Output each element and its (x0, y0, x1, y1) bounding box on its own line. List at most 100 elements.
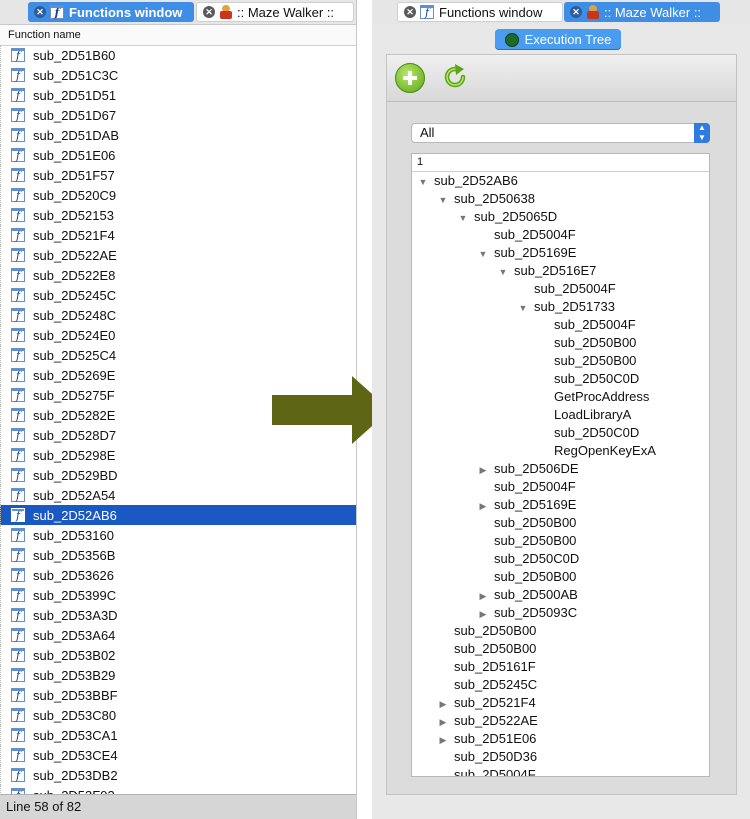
tree-node[interactable]: ▶sub_2D5161F (412, 658, 709, 676)
close-icon[interactable]: ✕ (404, 6, 416, 18)
function-row[interactable]: f sub_2D5356B (0, 545, 356, 565)
function-row[interactable]: f sub_2D5245C (0, 285, 356, 305)
add-icon[interactable] (395, 63, 425, 93)
expanded-triangle-icon[interactable]: ▼ (458, 209, 468, 227)
tree-node[interactable]: ▶sub_2D5004F (412, 478, 709, 496)
expanded-triangle-icon[interactable]: ▼ (438, 191, 448, 209)
tree-node[interactable]: ▶sub_2D5245C (412, 676, 709, 694)
function-row[interactable]: fsub_2D53F92 (0, 785, 356, 794)
execution-tree[interactable]: 1 ▼sub_2D52AB6▼sub_2D50638▼sub_2D5065D▶s… (411, 153, 710, 777)
tab-maze-walker[interactable]: ✕ :: Maze Walker :: (564, 2, 720, 22)
tree-node[interactable]: ▶ sub_2D506DE (412, 460, 709, 478)
tree-node[interactable]: ▼ sub_2D5065D (412, 208, 709, 226)
function-row[interactable]: f sub_2D525C4 (0, 345, 356, 365)
close-icon[interactable]: ✕ (203, 6, 215, 18)
function-row[interactable]: f sub_2D51B60 (0, 45, 356, 65)
function-row[interactable]: f sub_2D5298E (0, 445, 356, 465)
function-row[interactable]: f sub_2D53160 (0, 525, 356, 545)
function-row[interactable]: f sub_2D53DB2 (0, 765, 356, 785)
execution-tree-button[interactable]: Execution Tree (495, 29, 621, 50)
function-row[interactable]: f sub_2D522E8 (0, 265, 356, 285)
expanded-triangle-icon[interactable]: ▼ (418, 173, 428, 191)
close-icon[interactable]: ✕ (34, 6, 46, 18)
tree-node[interactable]: ▶sub_2D50B00 (412, 622, 709, 640)
collapsed-triangle-icon[interactable]: ▶ (438, 713, 448, 731)
function-row[interactable]: f sub_2D53B02 (0, 645, 356, 665)
close-icon[interactable]: ✕ (570, 6, 582, 18)
function-row[interactable]: f sub_2D522AE (0, 245, 356, 265)
tree-node[interactable]: ▶ sub_2D521F4 (412, 694, 709, 712)
tree-node[interactable]: ▼ sub_2D52AB6 (412, 172, 709, 190)
function-icon: f (11, 328, 25, 342)
tree-node[interactable]: ▶RegOpenKeyExA (412, 442, 709, 460)
tree-node[interactable]: ▶sub_2D50B00 (412, 334, 709, 352)
expanded-triangle-icon[interactable]: ▼ (518, 299, 528, 317)
function-row[interactable]: f sub_2D53CA1 (0, 725, 356, 745)
function-row[interactable]: f sub_2D529BD (0, 465, 356, 485)
expanded-triangle-icon[interactable]: ▼ (478, 245, 488, 263)
function-row[interactable]: f sub_2D5248C (0, 305, 356, 325)
tree-node[interactable]: ▼ sub_2D50638 (412, 190, 709, 208)
tree-node[interactable]: ▶ sub_2D5169E (412, 496, 709, 514)
tree-node[interactable]: ▶sub_2D5004F (412, 280, 709, 298)
tree-node[interactable]: ▼ sub_2D5169E (412, 244, 709, 262)
tree-body[interactable]: ▼sub_2D52AB6▼sub_2D50638▼sub_2D5065D▶sub… (412, 172, 709, 776)
function-row[interactable]: f sub_2D53626 (0, 565, 356, 585)
function-row[interactable]: f sub_2D5399C (0, 585, 356, 605)
expanded-triangle-icon[interactable]: ▼ (498, 263, 508, 281)
tree-node[interactable]: ▶sub_2D50B00 (412, 352, 709, 370)
function-row[interactable]: f sub_2D51C3C (0, 65, 356, 85)
collapsed-triangle-icon[interactable]: ▶ (438, 731, 448, 749)
function-row[interactable]: f sub_2D51F57 (0, 165, 356, 185)
collapsed-triangle-icon[interactable]: ▶ (478, 587, 488, 605)
tree-node[interactable]: ▶sub_2D50B00 (412, 514, 709, 532)
collapsed-triangle-icon[interactable]: ▶ (438, 695, 448, 713)
tree-node[interactable]: ▶sub_2D50C0D (412, 550, 709, 568)
function-row[interactable]: f sub_2D53C80 (0, 705, 356, 725)
function-row[interactable]: f sub_2D53A3D (0, 605, 356, 625)
tree-node[interactable]: ▼ sub_2D516E7 (412, 262, 709, 280)
tab-functions-window[interactable]: ✕ f Functions window (397, 2, 563, 22)
function-row[interactable]: f sub_2D52A54 (0, 485, 356, 505)
updown-chevron-icon[interactable]: ▲ ▼ (694, 123, 710, 143)
tree-node[interactable]: ▶sub_2D50D36 (412, 748, 709, 766)
tab-maze-walker[interactable]: ✕ :: Maze Walker :: (196, 2, 354, 22)
collapsed-triangle-icon[interactable]: ▶ (478, 605, 488, 623)
tree-node[interactable]: ▶LoadLibraryA (412, 406, 709, 424)
tree-node-label: LoadLibraryA (554, 407, 632, 422)
function-row[interactable]: f sub_2D53A64 (0, 625, 356, 645)
tree-header[interactable]: 1 (412, 154, 709, 172)
function-row[interactable]: f sub_2D521F4 (0, 225, 356, 245)
function-row[interactable]: f sub_2D52AB6 (0, 505, 356, 525)
collapsed-triangle-icon[interactable]: ▶ (478, 497, 488, 515)
collapsed-triangle-icon[interactable]: ▶ (478, 461, 488, 479)
tree-node[interactable]: ▶sub_2D50C0D (412, 370, 709, 388)
tree-node[interactable]: ▶ sub_2D5093C (412, 604, 709, 622)
tree-node[interactable]: ▶sub_2D50C0D (412, 424, 709, 442)
tree-node[interactable]: ▶ sub_2D51E06 (412, 730, 709, 748)
refresh-icon[interactable] (441, 63, 469, 91)
function-row[interactable]: f sub_2D53BBF (0, 685, 356, 705)
tree-node[interactable]: ▶ sub_2D500AB (412, 586, 709, 604)
tree-node[interactable]: ▼ sub_2D51733 (412, 298, 709, 316)
tree-node[interactable]: ▶sub_2D5004F (412, 226, 709, 244)
filter-select[interactable]: All ▲ ▼ (411, 123, 710, 143)
tree-node[interactable]: ▶sub_2D50B00 (412, 568, 709, 586)
function-row[interactable]: f sub_2D520C9 (0, 185, 356, 205)
function-row[interactable]: f sub_2D53CE4 (0, 745, 356, 765)
function-row[interactable]: f sub_2D53B29 (0, 665, 356, 685)
function-row[interactable]: f sub_2D51E06 (0, 145, 356, 165)
function-row[interactable]: f sub_2D51D51 (0, 85, 356, 105)
function-row[interactable]: f sub_2D51DAB (0, 125, 356, 145)
tree-node[interactable]: ▶sub_2D5004F (412, 766, 709, 776)
column-header-function-name[interactable]: Function name (0, 25, 357, 46)
function-row[interactable]: f sub_2D52153 (0, 205, 356, 225)
tree-node[interactable]: ▶sub_2D50B00 (412, 532, 709, 550)
tree-node[interactable]: ▶ sub_2D522AE (412, 712, 709, 730)
tree-node[interactable]: ▶sub_2D5004F (412, 316, 709, 334)
function-row[interactable]: f sub_2D51D67 (0, 105, 356, 125)
function-row[interactable]: f sub_2D524E0 (0, 325, 356, 345)
tree-node[interactable]: ▶sub_2D50B00 (412, 640, 709, 658)
tree-node[interactable]: ▶GetProcAddress (412, 388, 709, 406)
tab-functions-window[interactable]: ✕ f Functions window (28, 2, 194, 22)
